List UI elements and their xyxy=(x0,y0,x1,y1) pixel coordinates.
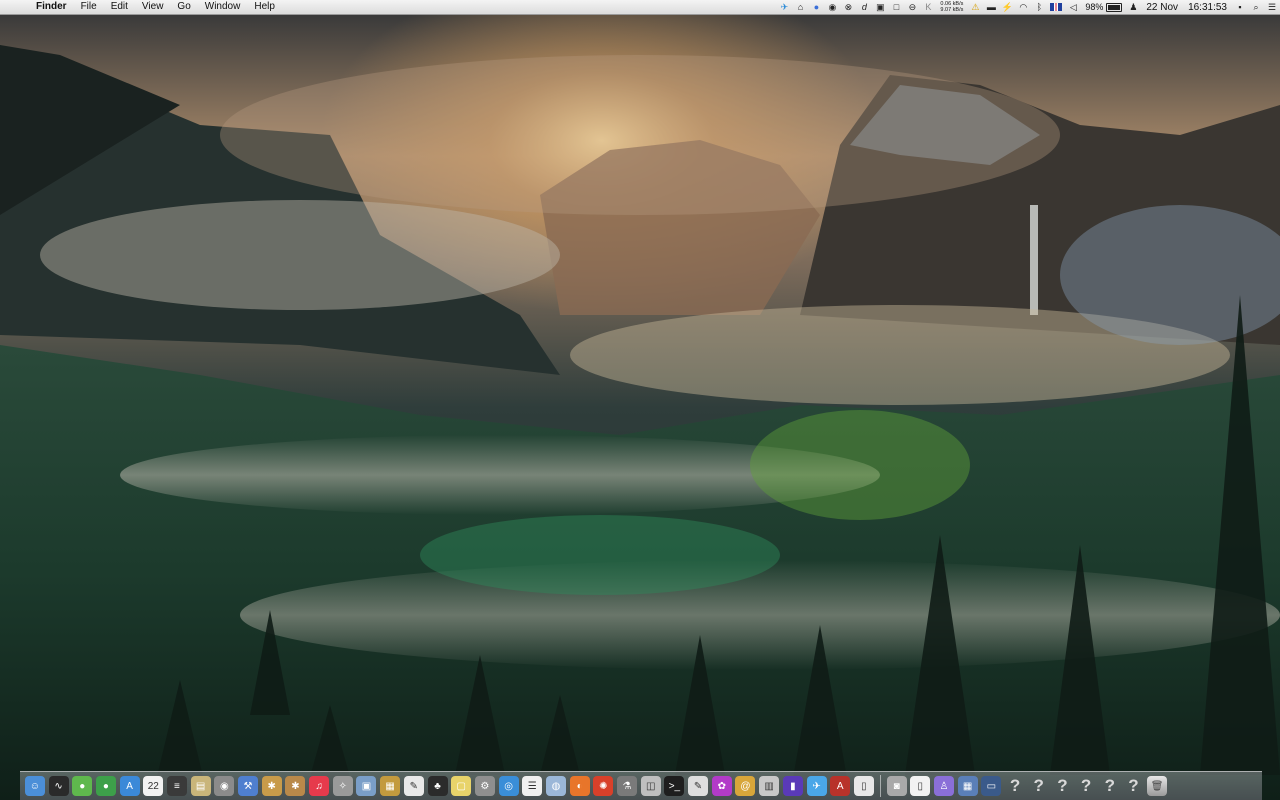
k-icon[interactable]: K xyxy=(921,0,935,14)
dock-calendar-icon[interactable]: 22 xyxy=(143,776,164,796)
dock-network-app-icon[interactable]: ◍ xyxy=(545,776,566,796)
dock-unknown-app-icon[interactable]: ? xyxy=(1052,776,1072,796)
dock-at-app-icon[interactable]: @ xyxy=(735,776,756,796)
user-icon[interactable]: ♟ xyxy=(1126,0,1140,14)
dock-trash-icon[interactable]: 🗑 xyxy=(1147,776,1168,796)
dock-paw-app-icon[interactable]: ✱ xyxy=(261,776,282,796)
display-icon[interactable]: ▣ xyxy=(873,0,887,14)
volume-icon[interactable]: ◁ xyxy=(1066,0,1080,14)
dock-photo-app-icon[interactable]: ▣ xyxy=(356,776,377,796)
menu-help[interactable]: Help xyxy=(247,0,282,14)
dock-wizard-app-icon[interactable]: ♙ xyxy=(933,776,954,796)
dock-library-app-icon[interactable]: ▥ xyxy=(759,776,780,796)
dock-messages-icon[interactable]: ● xyxy=(72,776,93,796)
clock-icon[interactable]: ⊖ xyxy=(905,0,919,14)
dock-red-app-icon[interactable]: ✺ xyxy=(593,776,614,796)
spotlight-icon[interactable]: ⌕ xyxy=(1249,0,1263,14)
dock-screen-doc-icon[interactable]: ▭ xyxy=(981,776,1002,796)
flash-icon[interactable]: ⚡ xyxy=(1000,0,1014,14)
dock-separator xyxy=(879,775,881,797)
dock-firefox-icon[interactable]: ◐ xyxy=(569,776,590,796)
tor-icon[interactable]: ● xyxy=(809,0,823,14)
dock-acrobat-app-icon[interactable]: A xyxy=(830,776,851,796)
net-down-text: 9.07 kB/s xyxy=(940,7,964,13)
dock-screenshot-app-icon[interactable]: ◫ xyxy=(640,776,661,796)
dock-camera-doc-icon[interactable]: ◙ xyxy=(886,776,907,796)
menu-go[interactable]: Go xyxy=(170,0,197,14)
date-text[interactable]: 22 Nov xyxy=(1146,2,1178,13)
dock-itunes-icon[interactable]: ♫ xyxy=(309,776,330,796)
battery-level-fill xyxy=(1108,4,1121,10)
dock-finder-icon[interactable]: ☺ xyxy=(24,776,45,796)
dock-textedit-icon[interactable]: ✎ xyxy=(403,776,424,796)
dock-preview-icon[interactable]: ▤ xyxy=(190,776,211,796)
dock-twitter-app-icon[interactable]: ✈ xyxy=(806,776,827,796)
battery-icon[interactable] xyxy=(1106,2,1123,12)
dock-gallery-doc-icon[interactable]: ▦ xyxy=(957,776,978,796)
dash-icon[interactable]: d xyxy=(857,0,871,14)
dock-xcode-icon[interactable]: ⚒ xyxy=(238,776,259,796)
menu-window[interactable]: Window xyxy=(198,0,248,14)
menu-file[interactable]: File xyxy=(74,0,104,14)
menubar: Finder File Edit View Go Window Help ✈ ⌂… xyxy=(0,0,1280,15)
dock: ☺ ∿ ● ● A 22 ≡ ▤ ◉ ⚒ ✱ ✱ ♫ ✧ ▣ ▦ ✎ ♣ ▢ ⚙ ◎ ☰ ◍ ◐ ✺ ⚗ ◫ >_ ✎ ✿ @ ▥ ▮ ✈ A ▯ ◙ ▯… xyxy=(20,771,1262,800)
dock-archive-app-icon[interactable]: ▦ xyxy=(380,776,401,796)
dock-notes-2-icon[interactable]: ✎ xyxy=(688,776,709,796)
desktop-wallpaper xyxy=(0,15,1280,800)
dock-console-icon[interactable]: ≡ xyxy=(166,776,187,796)
cancel-icon[interactable]: ⊗ xyxy=(841,0,855,14)
menu-view[interactable]: View xyxy=(135,0,171,14)
square-icon[interactable]: □ xyxy=(889,0,903,14)
dock-stickies-icon[interactable]: ▢ xyxy=(451,776,472,796)
network-stats[interactable]: 0.06 kB/s 9.07 kB/s xyxy=(940,1,963,13)
dock-script-app-icon[interactable]: ♣ xyxy=(427,776,448,796)
dock-disk-utility-icon[interactable]: ◉ xyxy=(214,776,235,796)
dock-unknown-app-icon[interactable]: ? xyxy=(1076,776,1096,796)
menu-edit[interactable]: Edit xyxy=(104,0,135,14)
landscape-image xyxy=(0,15,1280,800)
dock-paw-app-2-icon[interactable]: ✱ xyxy=(285,776,306,796)
bluetooth-icon[interactable]: ᛒ xyxy=(1032,0,1046,14)
home-icon[interactable]: ⌂ xyxy=(793,0,807,14)
dock-unknown-app-icon[interactable]: ? xyxy=(1029,776,1049,796)
dock-unknown-app-icon[interactable]: ? xyxy=(1100,776,1120,796)
warning-icon[interactable]: ⚠ xyxy=(968,0,982,14)
dock-app-store-icon[interactable]: A xyxy=(119,776,140,796)
chrome-icon[interactable]: ◉ xyxy=(825,0,839,14)
dock-terminal-icon[interactable]: >_ xyxy=(664,776,685,796)
battery-percent[interactable]: 98% xyxy=(1085,2,1103,12)
wifi-icon[interactable]: ◠ xyxy=(1016,0,1030,14)
dock-flower-app-icon[interactable]: ✿ xyxy=(711,776,732,796)
dock-flask-app-icon[interactable]: ⚗ xyxy=(617,776,638,796)
status-area: ✈ ⌂ ● ◉ ⊗ d ▣ □ ⊖ K 0.06 kB/s 9.07 kB/s … xyxy=(776,0,1280,14)
app-menu-finder[interactable]: Finder xyxy=(28,0,74,14)
dock-unknown-app-icon[interactable]: ? xyxy=(1005,776,1025,796)
twitter-icon[interactable]: ✈ xyxy=(777,0,791,14)
keyboard-icon[interactable]: ▬ xyxy=(984,0,998,14)
notification-center-icon[interactable]: ☰ xyxy=(1265,0,1279,14)
dock-books-app-icon[interactable]: ▮ xyxy=(782,776,803,796)
dock-facetime-icon[interactable]: ● xyxy=(95,776,116,796)
dock-activity-monitor-icon[interactable]: ∿ xyxy=(48,776,69,796)
dock-file-doc-icon[interactable]: ▯ xyxy=(910,776,931,796)
time-text[interactable]: 16:31:53 xyxy=(1188,2,1227,13)
keyboard-layout-flag-icon[interactable] xyxy=(1050,3,1063,11)
lock-icon[interactable]: ▪ xyxy=(1233,0,1247,14)
dock-doc-app-icon[interactable]: ▯ xyxy=(853,776,874,796)
dock-compass-app-icon[interactable]: ✧ xyxy=(332,776,353,796)
dock-unknown-app-icon[interactable]: ? xyxy=(1123,776,1143,796)
dock-system-prefs-icon[interactable]: ⚙ xyxy=(474,776,495,796)
dock-safari-icon[interactable]: ◎ xyxy=(498,776,519,796)
dock-notes-icon[interactable]: ☰ xyxy=(522,776,543,796)
